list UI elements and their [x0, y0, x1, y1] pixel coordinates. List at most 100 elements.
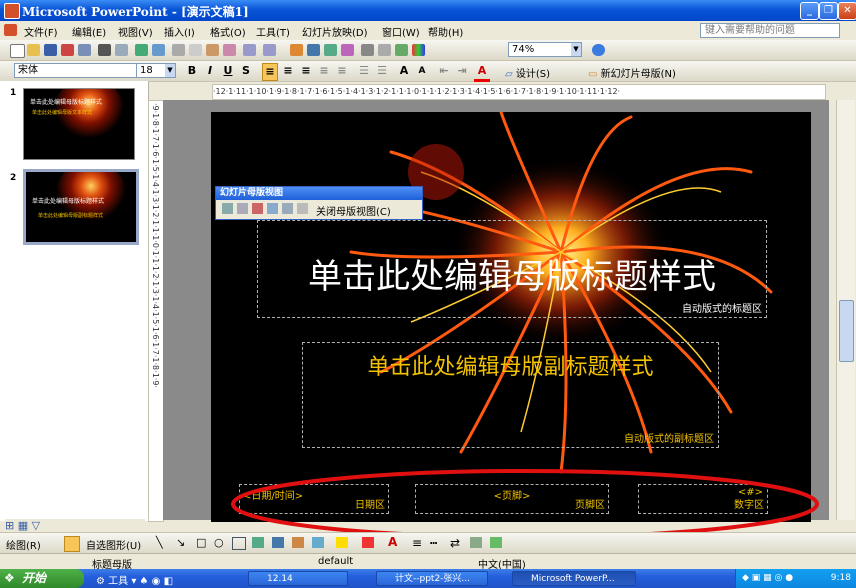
bold-button[interactable]: B: [184, 63, 200, 79]
rectangle-icon[interactable]: □: [196, 536, 206, 549]
preserve-master-icon[interactable]: [267, 203, 278, 214]
new-master-button[interactable]: ▭ 新幻灯片母版(N): [588, 65, 676, 80]
menu-format[interactable]: 格式(O): [210, 24, 246, 39]
master-view-toolbar[interactable]: 幻灯片母版视图 关闭母版视图(C): [215, 186, 423, 220]
taskbar-folder[interactable]: 12.14: [248, 571, 348, 586]
font-color-icon[interactable]: A: [388, 535, 397, 549]
line-style-icon[interactable]: ≡: [412, 536, 422, 550]
align-right-button[interactable]: ≡: [298, 63, 314, 79]
normal-view-icon[interactable]: ⊞: [5, 519, 14, 532]
vertical-ruler[interactable]: ·9·1·8·1·7·1·6·1·5·1·4·1·3·1·2·1·1·1·0·1…: [148, 100, 164, 522]
insert-table-icon[interactable]: [307, 44, 320, 56]
help-search-input[interactable]: 键入需要帮助的问题: [700, 23, 840, 38]
permission-icon[interactable]: [61, 44, 74, 56]
thumbnail-title-master[interactable]: 单击此处编辑母版标题样式 单击此处编辑母版副标题样式: [23, 169, 139, 245]
underline-button[interactable]: U: [220, 63, 236, 79]
design-button[interactable]: ▱ 设计(S): [505, 65, 550, 80]
arrow-icon[interactable]: ↘: [176, 536, 185, 549]
oval-icon[interactable]: ○: [214, 536, 224, 549]
increase-font-button[interactable]: A: [396, 63, 412, 79]
shadow-style-icon[interactable]: [470, 537, 482, 548]
diagram-icon[interactable]: [272, 537, 284, 548]
increase-indent-button[interactable]: ⇥: [454, 63, 470, 79]
copy-icon[interactable]: [189, 44, 202, 56]
master-layout-icon[interactable]: [297, 203, 308, 214]
zoom-select[interactable]: 74% ▼: [508, 42, 582, 57]
wordart-icon[interactable]: [252, 537, 264, 548]
autoshapes-menu-button[interactable]: 自选图形(U): [86, 537, 141, 552]
print-icon[interactable]: [98, 44, 111, 56]
color-grayscale-icon[interactable]: [412, 44, 425, 56]
menu-tools[interactable]: 工具(T): [256, 24, 290, 39]
align-left-button[interactable]: ≡: [262, 63, 278, 81]
show-grid-icon[interactable]: [395, 44, 408, 56]
font-select[interactable]: 宋体▼: [14, 63, 148, 78]
powerpoint-app-icon[interactable]: [4, 3, 20, 19]
menu-help[interactable]: 帮助(H): [428, 24, 463, 39]
start-button[interactable]: ❖ 开始: [0, 569, 84, 588]
decrease-indent-button[interactable]: ⇤: [436, 63, 452, 79]
subtitle-text[interactable]: 单击此处编辑母版副标题样式: [303, 349, 718, 381]
menu-slideshow[interactable]: 幻灯片放映(D): [302, 24, 368, 39]
bullets-button[interactable]: ☰: [374, 63, 390, 79]
menu-insert[interactable]: 插入(I): [164, 24, 195, 39]
redo-icon[interactable]: [263, 44, 276, 56]
taskbar-doc[interactable]: 计文--ppt2-张兴...: [376, 571, 488, 586]
close-master-view-button[interactable]: 关闭母版视图(C): [316, 203, 391, 218]
line-icon[interactable]: ╲: [156, 536, 163, 549]
help-icon[interactable]: [592, 44, 605, 56]
tables-borders-icon[interactable]: [324, 44, 337, 56]
close-button[interactable]: ✕: [838, 2, 856, 20]
decrease-font-button[interactable]: A: [414, 63, 430, 79]
print-preview-icon[interactable]: [115, 44, 128, 56]
save-icon[interactable]: [44, 44, 57, 56]
menu-window[interactable]: 窗口(W): [382, 24, 420, 39]
picture-icon[interactable]: [312, 537, 324, 548]
undo-icon[interactable]: [243, 44, 256, 56]
restore-button[interactable]: ❐: [819, 2, 838, 20]
title-placeholder[interactable]: 单击此处编辑母版标题样式 自动版式的标题区: [257, 220, 767, 318]
menu-view[interactable]: 视图(V): [118, 24, 153, 39]
research-icon[interactable]: [152, 44, 165, 56]
hyperlink-icon[interactable]: [341, 44, 354, 56]
paste-icon[interactable]: [206, 44, 219, 56]
fill-color-icon[interactable]: [336, 537, 348, 548]
quicklaunch-tools[interactable]: ⚙ 工具 ▾ ♠ ◉ ◧: [96, 572, 173, 587]
format-painter-icon[interactable]: [223, 44, 236, 56]
thumbnail-slide-master[interactable]: 单击此处编辑母版标题样式 单击此处编辑母版文本样式: [23, 88, 135, 160]
email-icon[interactable]: [78, 44, 91, 56]
rename-master-icon[interactable]: [282, 203, 293, 214]
select-objects-icon[interactable]: [64, 536, 80, 552]
dash-style-icon[interactable]: ┅: [430, 536, 437, 550]
menu-edit[interactable]: 编辑(E): [72, 24, 106, 39]
insert-new-master-icon[interactable]: [222, 203, 233, 214]
draw-menu-button[interactable]: 绘图(R): [6, 537, 41, 552]
textbox-icon[interactable]: [232, 537, 246, 550]
title-text[interactable]: 单击此处编辑母版标题样式: [258, 249, 766, 298]
title-bar[interactable]: Microsoft PowerPoint - [演示文稿1] _ ❐ ✕: [0, 0, 856, 21]
shadow-button[interactable]: S: [238, 63, 254, 79]
cut-icon[interactable]: [172, 44, 185, 56]
italic-button[interactable]: I: [202, 63, 218, 79]
justify-button[interactable]: ≡: [316, 63, 332, 79]
line-color-icon[interactable]: [362, 537, 374, 548]
font-size-select[interactable]: 18 ▼: [136, 63, 176, 78]
align-center-button[interactable]: ≡: [280, 63, 296, 79]
scroll-thumb[interactable]: [839, 300, 854, 362]
font-color-button[interactable]: A: [474, 63, 490, 82]
clipart-icon[interactable]: [292, 537, 304, 548]
open-icon[interactable]: [27, 44, 40, 56]
insert-chart-icon[interactable]: [290, 44, 303, 56]
slide-sorter-icon[interactable]: ▦: [18, 519, 28, 532]
document-icon[interactable]: [4, 24, 17, 36]
horizontal-ruler[interactable]: ·12·1·11·1·10·1·9·1·8·1·7·1·6·1·5·1·4·1·…: [212, 84, 826, 100]
expand-all-icon[interactable]: [361, 44, 374, 56]
distribute-button[interactable]: ≡: [334, 63, 350, 79]
insert-title-master-icon[interactable]: [237, 203, 248, 214]
minimize-button[interactable]: _: [800, 2, 819, 20]
tray-icons[interactable]: ◆ ▣ ▦ ◎ ●: [742, 573, 793, 583]
subtitle-placeholder[interactable]: 单击此处编辑母版副标题样式 自动版式的副标题区: [302, 342, 719, 448]
taskbar-powerpoint[interactable]: Microsoft PowerP...: [512, 571, 636, 586]
new-icon[interactable]: [10, 44, 25, 58]
slideshow-icon[interactable]: ▽: [32, 519, 40, 532]
